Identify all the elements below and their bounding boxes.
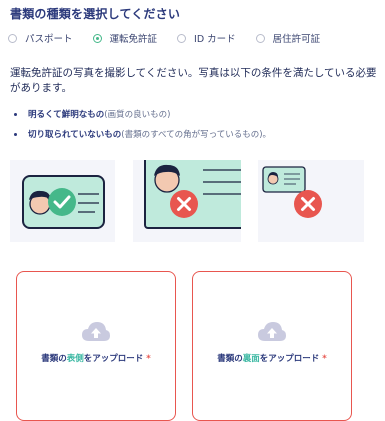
condition-note: (書類のすべての角が写っているもの)。 bbox=[121, 130, 272, 140]
upload-label-prefix: 書類の bbox=[41, 354, 67, 364]
list-item: 切り取られていないもの (書類のすべての角が写っているもの)。 bbox=[10, 128, 271, 140]
radio-label: パスポート bbox=[25, 34, 73, 45]
close-icon bbox=[294, 190, 322, 218]
bullet-icon bbox=[14, 132, 17, 136]
page-title: 書類の種類を選択してください bbox=[10, 7, 181, 21]
upload-back-button[interactable]: 書類の裏面をアップロード * bbox=[192, 271, 352, 421]
radio-label: 居住許可証 bbox=[272, 34, 321, 45]
radio-id-card[interactable]: ID カード bbox=[177, 31, 236, 45]
document-type-group: パスポート 運転免許証 ID カード 居住許可証 bbox=[8, 31, 340, 45]
upload-back-label: 書類の裏面をアップロード * bbox=[193, 352, 351, 364]
conditions-list: 明るくて鮮明なもの (画質の良いもの) 切り取られていないもの (書類のすべての… bbox=[10, 108, 271, 148]
upload-front-button[interactable]: 書類の表側をアップロード * bbox=[16, 271, 176, 421]
cloud-upload-icon bbox=[82, 322, 110, 341]
radio-passport[interactable]: パスポート bbox=[8, 31, 73, 45]
condition-title: 明るくて鮮明なもの bbox=[28, 110, 105, 120]
upload-front-label: 書類の表側をアップロード * bbox=[17, 352, 175, 364]
radio-button[interactable] bbox=[8, 33, 17, 43]
upload-label-prefix: 書類の bbox=[217, 354, 243, 364]
example-small-photo bbox=[258, 160, 364, 242]
upload-label-accent: 表側 bbox=[66, 354, 84, 364]
radio-button[interactable] bbox=[177, 33, 187, 43]
radio-button[interactable] bbox=[92, 33, 102, 43]
check-icon bbox=[48, 188, 76, 216]
cloud-upload-icon bbox=[258, 322, 286, 341]
radio-button[interactable] bbox=[255, 33, 265, 43]
instruction-text: 運転免許証の写真を撮影してください。写真は以下の条件を満たしている必要があります… bbox=[10, 67, 377, 94]
list-item: 明るくて鮮明なもの (画質の良いもの) bbox=[10, 108, 271, 120]
example-cropped-photo bbox=[133, 160, 241, 242]
radio-label: 運転免許証 bbox=[109, 34, 158, 45]
required-mark: * bbox=[146, 354, 151, 364]
upload-label-suffix: をアップロード bbox=[83, 354, 144, 364]
condition-note: (画質の良いもの) bbox=[104, 110, 171, 120]
radio-label: ID カード bbox=[194, 34, 236, 45]
radio-drivers-license[interactable]: 運転免許証 bbox=[92, 31, 158, 45]
upload-label-suffix: をアップロード bbox=[259, 354, 320, 364]
required-mark: * bbox=[322, 354, 327, 364]
close-icon bbox=[170, 190, 198, 218]
upload-label-accent: 裏面 bbox=[242, 354, 260, 364]
bullet-icon bbox=[14, 112, 17, 116]
example-good-photo bbox=[10, 160, 115, 242]
radio-residence-permit[interactable]: 居住許可証 bbox=[255, 31, 321, 45]
condition-title: 切り取られていないもの bbox=[28, 130, 122, 140]
